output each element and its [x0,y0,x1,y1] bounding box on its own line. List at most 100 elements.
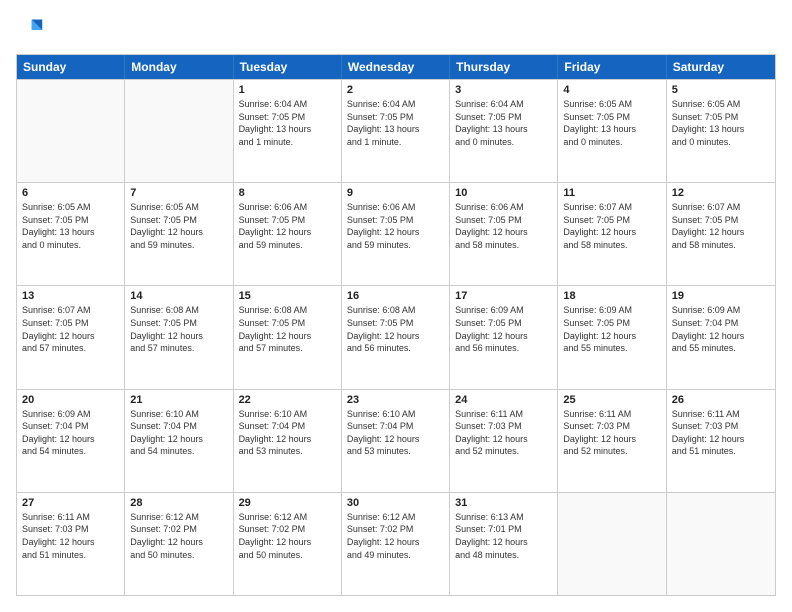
calendar-cell-0-3: 2Sunrise: 6:04 AM Sunset: 7:05 PM Daylig… [342,80,450,182]
day-info: Sunrise: 6:09 AM Sunset: 7:05 PM Dayligh… [563,304,660,354]
day-info: Sunrise: 6:04 AM Sunset: 7:05 PM Dayligh… [455,98,552,148]
calendar-cell-3-3: 23Sunrise: 6:10 AM Sunset: 7:04 PM Dayli… [342,390,450,492]
logo [16,16,48,44]
day-number: 29 [239,497,336,509]
day-info: Sunrise: 6:10 AM Sunset: 7:04 PM Dayligh… [130,408,227,458]
day-info: Sunrise: 6:10 AM Sunset: 7:04 PM Dayligh… [239,408,336,458]
calendar-cell-4-5 [558,493,666,595]
day-info: Sunrise: 6:08 AM Sunset: 7:05 PM Dayligh… [347,304,444,354]
calendar-cell-3-0: 20 Sunrise: 6:09 AM Sunset: 7:04 PM Dayli… [17,390,125,492]
calendar-cell-4-6 [667,493,775,595]
day-info: Sunrise: 6:11 AM Sunset: 7:03 PM Dayligh… [563,408,660,458]
calendar-cell-2-1: 14 Sunrise: 6:08 AM Sunset: 7:05 PM Dayli… [125,286,233,388]
calendar-cell-3-2: 22 Sunrise: 6:10 AM Sunset: 7:04 PM Dayli… [234,390,342,492]
weekday-header-sunday: Sunday [17,55,125,79]
calendar-cell-4-4: 31 Sunrise: 6:13 AM Sunset: 7:01 PM Dayli… [450,493,558,595]
page: SundayMondayTuesdayWednesdayThursdayFrid… [0,0,792,612]
day-number: 2 [347,84,444,96]
day-number: 9 [347,187,444,199]
calendar-cell-3-4: 24 Sunrise: 6:11 AM Sunset: 7:03 PM Dayli… [450,390,558,492]
calendar-cell-3-1: 21 Sunrise: 6:10 AM Sunset: 7:04 PM Dayli… [125,390,233,492]
calendar-cell-1-1: 7 Sunrise: 6:05 AM Sunset: 7:05 PM Daylig… [125,183,233,285]
day-number: 10 [455,187,552,199]
day-number: 30 [347,497,444,509]
calendar-row-0: 1Sunrise: 6:04 AM Sunset: 7:05 PM Daylig… [17,79,775,182]
calendar-cell-0-2: 1Sunrise: 6:04 AM Sunset: 7:05 PM Daylig… [234,80,342,182]
calendar-cell-1-5: 11 Sunrise: 6:07 AM Sunset: 7:05 PM Dayli… [558,183,666,285]
day-number: 6 [22,187,119,199]
day-info: Sunrise: 6:12 AM Sunset: 7:02 PM Dayligh… [130,511,227,561]
calendar-cell-2-0: 13Sunrise: 6:07 AM Sunset: 7:05 PM Dayli… [17,286,125,388]
calendar-cell-2-3: 16 Sunrise: 6:08 AM Sunset: 7:05 PM Dayli… [342,286,450,388]
weekday-header-tuesday: Tuesday [234,55,342,79]
day-number: 15 [239,290,336,302]
calendar-cell-4-0: 27Sunrise: 6:11 AM Sunset: 7:03 PM Dayli… [17,493,125,595]
calendar-cell-4-1: 28Sunrise: 6:12 AM Sunset: 7:02 PM Dayli… [125,493,233,595]
calendar: SundayMondayTuesdayWednesdayThursdayFrid… [16,54,776,596]
day-number: 12 [672,187,770,199]
day-info: Sunrise: 6:13 AM Sunset: 7:01 PM Dayligh… [455,511,552,561]
calendar-cell-3-5: 25 Sunrise: 6:11 AM Sunset: 7:03 PM Dayli… [558,390,666,492]
day-number: 8 [239,187,336,199]
calendar-row-3: 20 Sunrise: 6:09 AM Sunset: 7:04 PM Dayli… [17,389,775,492]
day-info: Sunrise: 6:12 AM Sunset: 7:02 PM Dayligh… [347,511,444,561]
day-number: 27 [22,497,119,509]
calendar-cell-1-6: 12 Sunrise: 6:07 AM Sunset: 7:05 PM Dayli… [667,183,775,285]
day-info: Sunrise: 6:05 AM Sunset: 7:05 PM Dayligh… [563,98,660,148]
day-number: 22 [239,394,336,406]
day-number: 3 [455,84,552,96]
day-info: Sunrise: 6:09 AM Sunset: 7:04 PM Dayligh… [22,408,119,458]
day-number: 16 [347,290,444,302]
day-number: 14 [130,290,227,302]
calendar-row-1: 6 Sunrise: 6:05 AM Sunset: 7:05 PM Daylig… [17,182,775,285]
calendar-row-2: 13Sunrise: 6:07 AM Sunset: 7:05 PM Dayli… [17,285,775,388]
day-number: 20 [22,394,119,406]
calendar-body: 1Sunrise: 6:04 AM Sunset: 7:05 PM Daylig… [17,79,775,595]
calendar-cell-1-4: 10 Sunrise: 6:06 AM Sunset: 7:05 PM Dayli… [450,183,558,285]
calendar-row-4: 27Sunrise: 6:11 AM Sunset: 7:03 PM Dayli… [17,492,775,595]
header [16,16,776,44]
weekday-header-saturday: Saturday [667,55,775,79]
day-number: 13 [22,290,119,302]
day-info: Sunrise: 6:05 AM Sunset: 7:05 PM Dayligh… [672,98,770,148]
weekday-header-thursday: Thursday [450,55,558,79]
day-info: Sunrise: 6:06 AM Sunset: 7:05 PM Dayligh… [239,201,336,251]
calendar-cell-2-5: 18 Sunrise: 6:09 AM Sunset: 7:05 PM Dayli… [558,286,666,388]
day-info: Sunrise: 6:12 AM Sunset: 7:02 PM Dayligh… [239,511,336,561]
day-info: Sunrise: 6:08 AM Sunset: 7:05 PM Dayligh… [130,304,227,354]
calendar-cell-0-6: 5 Sunrise: 6:05 AM Sunset: 7:05 PM Daylig… [667,80,775,182]
weekday-header-monday: Monday [125,55,233,79]
day-info: Sunrise: 6:04 AM Sunset: 7:05 PM Dayligh… [239,98,336,148]
day-info: Sunrise: 6:08 AM Sunset: 7:05 PM Dayligh… [239,304,336,354]
day-info: Sunrise: 6:05 AM Sunset: 7:05 PM Dayligh… [22,201,119,251]
day-number: 11 [563,187,660,199]
day-number: 23 [347,394,444,406]
calendar-cell-4-3: 30 Sunrise: 6:12 AM Sunset: 7:02 PM Dayli… [342,493,450,595]
day-number: 18 [563,290,660,302]
calendar-cell-0-5: 4Sunrise: 6:05 AM Sunset: 7:05 PM Daylig… [558,80,666,182]
day-number: 25 [563,394,660,406]
day-info: Sunrise: 6:09 AM Sunset: 7:05 PM Dayligh… [455,304,552,354]
day-number: 17 [455,290,552,302]
calendar-cell-2-2: 15 Sunrise: 6:08 AM Sunset: 7:05 PM Dayli… [234,286,342,388]
calendar-cell-2-4: 17 Sunrise: 6:09 AM Sunset: 7:05 PM Dayli… [450,286,558,388]
day-info: Sunrise: 6:07 AM Sunset: 7:05 PM Dayligh… [672,201,770,251]
day-number: 21 [130,394,227,406]
calendar-cell-1-0: 6 Sunrise: 6:05 AM Sunset: 7:05 PM Daylig… [17,183,125,285]
day-info: Sunrise: 6:06 AM Sunset: 7:05 PM Dayligh… [455,201,552,251]
day-info: Sunrise: 6:07 AM Sunset: 7:05 PM Dayligh… [563,201,660,251]
weekday-header-wednesday: Wednesday [342,55,450,79]
calendar-cell-2-6: 19 Sunrise: 6:09 AM Sunset: 7:04 PM Dayli… [667,286,775,388]
weekday-header-friday: Friday [558,55,666,79]
day-info: Sunrise: 6:11 AM Sunset: 7:03 PM Dayligh… [455,408,552,458]
calendar-cell-1-2: 8 Sunrise: 6:06 AM Sunset: 7:05 PM Daylig… [234,183,342,285]
logo-icon [16,16,44,44]
day-info: Sunrise: 6:05 AM Sunset: 7:05 PM Dayligh… [130,201,227,251]
day-number: 31 [455,497,552,509]
day-number: 5 [672,84,770,96]
day-number: 24 [455,394,552,406]
calendar-cell-1-3: 9Sunrise: 6:06 AM Sunset: 7:05 PM Daylig… [342,183,450,285]
day-number: 7 [130,187,227,199]
day-info: Sunrise: 6:09 AM Sunset: 7:04 PM Dayligh… [672,304,770,354]
day-number: 19 [672,290,770,302]
